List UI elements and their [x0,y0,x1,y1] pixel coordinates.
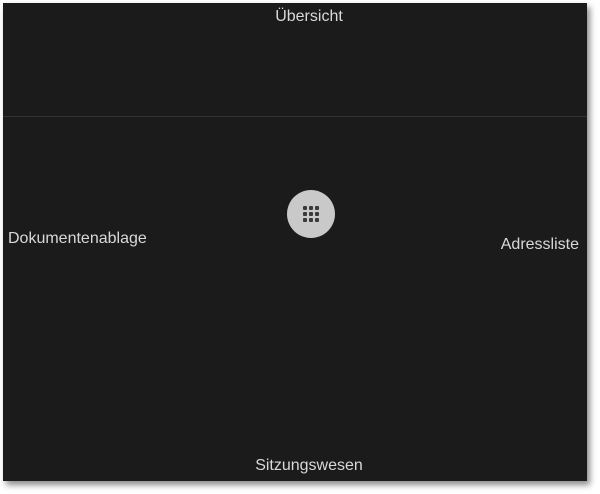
nav-bottom: Sitzungswesen [17,457,587,475]
divider [3,116,587,117]
nav-item-adressliste[interactable]: Adressliste [501,236,579,254]
nav-top: Übersicht [17,8,587,26]
nav-item-sitzungswesen[interactable]: Sitzungswesen [255,457,363,475]
app-window: Übersicht Dokumentenablage Adressliste S… [3,3,587,481]
hub-menu-button[interactable] [287,190,335,238]
nav-item-uebersicht[interactable]: Übersicht [275,8,343,26]
grid-icon [303,206,319,222]
nav-item-dokumentenablage[interactable]: Dokumentenablage [8,230,147,248]
